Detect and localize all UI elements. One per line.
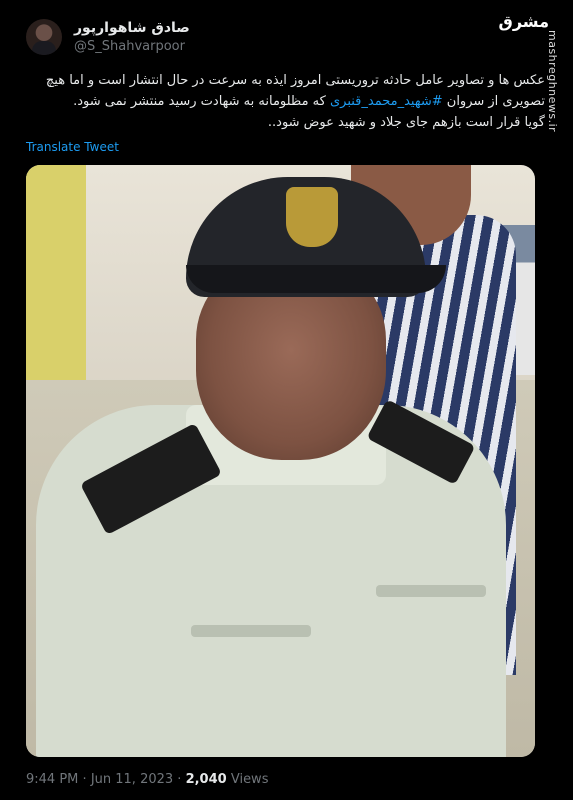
- meta-separator: ·: [82, 772, 87, 787]
- tweet-line-2-before: تصویری از سروان: [446, 94, 545, 109]
- tweet-date[interactable]: Jun 11, 2023: [91, 772, 173, 787]
- photo-pocket-left: [191, 625, 311, 637]
- watermark-url: mashreghnews.ir: [546, 30, 559, 133]
- tweet-line-1: عکس ها و تصاویر عامل حادثه تروریستی امرو…: [45, 73, 545, 88]
- author-handle[interactable]: @S_Shahvarpoor: [74, 39, 185, 54]
- author-avatar[interactable]: [26, 19, 62, 55]
- tweet-text: عکس ها و تصاویر عامل حادثه تروریستی امرو…: [25, 70, 545, 133]
- views-label: Views: [230, 772, 269, 787]
- tweet-line-2: تصویری از سروان #شهید_محمد_قنبری که مظلو…: [25, 91, 545, 112]
- avatar-figure: [32, 41, 56, 55]
- photo-wall: [26, 165, 86, 380]
- photo-cap-badge: [286, 187, 338, 247]
- meta-separator: ·: [177, 772, 182, 787]
- author-name[interactable]: صادق شاهوارپور: [74, 20, 190, 36]
- watermark-logo: مشرق: [498, 12, 549, 31]
- photo-pocket-right: [376, 585, 486, 597]
- tweet-meta: 9:44 PM · Jun 11, 2023 · 2,040 Views: [26, 772, 268, 787]
- photo-cap-visor: [186, 265, 446, 293]
- tweet-photo[interactable]: [26, 165, 535, 757]
- tweet-time[interactable]: 9:44 PM: [26, 772, 78, 787]
- tweet-line-3: گویا قرار است بازهم جای جلاد و شهید عوض …: [267, 115, 545, 130]
- views-count: 2,040: [185, 772, 227, 787]
- translate-tweet-link[interactable]: Translate Tweet: [26, 140, 119, 154]
- hashtag-link[interactable]: #شهید_محمد_قنبری: [330, 94, 443, 109]
- tweet-line-2-after: که مظلومانه به شهادت رسید منتشر نمی شود.: [73, 94, 326, 109]
